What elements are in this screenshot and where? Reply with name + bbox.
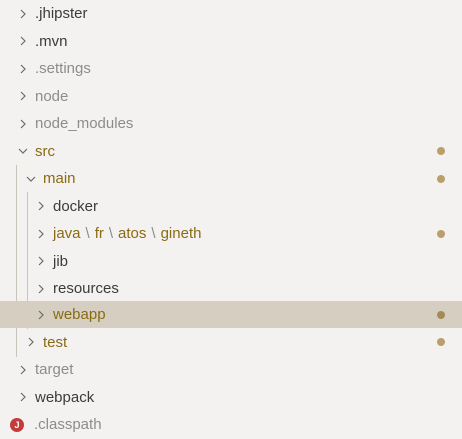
modified-indicator [437,147,445,156]
tree-item-label: resources [53,280,119,298]
chevron-right-icon [15,116,31,132]
tree-item-label: main [43,170,76,188]
chevron-right-icon [15,88,31,104]
tree-item-java[interactable]: java \ fr \ atos \ gineth [0,220,462,248]
chevron-right-icon [33,307,49,323]
tree-item-src[interactable]: src [0,138,462,166]
chevron-right-icon [33,281,49,297]
chevron-right-icon [15,362,31,378]
tree-item-main[interactable]: main [0,165,462,193]
path-segment[interactable]: fr [95,225,104,242]
chevron-right-icon [33,226,49,242]
tree-item-label: java \ fr \ atos \ gineth [53,225,201,242]
path-segment[interactable]: java [53,225,81,242]
chevron-right-icon [33,253,49,269]
tree-item-docker[interactable]: docker [0,193,462,221]
chevron-right-icon [33,198,49,214]
tree-item-classpath[interactable]: J .classpath [0,411,462,439]
explorer-tree: .jhipster .mvn .settings node node_modul… [0,0,462,438]
tree-item-target[interactable]: target [0,356,462,384]
modified-indicator [437,229,445,238]
tree-item-label: .jhipster [35,5,88,23]
chevron-right-icon [15,389,31,405]
chevron-right-icon [23,334,39,350]
modified-indicator [437,174,445,183]
chevron-down-icon [23,171,39,187]
modified-indicator [437,338,445,347]
path-segment[interactable]: atos [118,225,146,242]
chevron-right-icon [15,33,31,49]
java-file-icon: J [10,417,24,432]
tree-item-label: .settings [35,60,91,78]
tree-item-label: jib [53,252,69,270]
tree-item-jhipster[interactable]: .jhipster [0,0,462,28]
tree-item-mvn[interactable]: .mvn [0,28,462,56]
tree-item-label: webpack [35,388,95,406]
tree-item-webapp[interactable]: webapp [0,301,462,328]
tree-item-webpack[interactable]: webpack [0,384,462,412]
tree-item-label: node [35,87,69,105]
path-separator: \ [85,225,90,243]
tree-item-label: webapp [53,306,106,323]
tree-item-label: target [35,361,74,379]
tree-item-jib[interactable]: jib [0,248,462,276]
tree-item-label: docker [53,197,99,215]
modified-indicator [437,310,445,319]
path-separator: \ [151,225,156,243]
path-separator: \ [108,225,114,243]
tree-item-node[interactable]: node [0,83,462,111]
tree-item-label: .classpath [34,416,102,434]
tree-item-test[interactable]: test [0,329,462,357]
tree-item-resources[interactable]: resources [0,275,462,303]
path-segment[interactable]: gineth [161,225,202,242]
chevron-down-icon [15,143,31,159]
tree-item-label: src [35,142,55,160]
tree-item-node-modules[interactable]: node_modules [0,110,462,138]
tree-item-label: node_modules [35,115,134,133]
tree-item-settings[interactable]: .settings [0,55,462,83]
tree-item-label: test [43,333,68,351]
tree-item-label: .mvn [35,32,68,50]
chevron-right-icon [15,61,31,77]
chevron-right-icon [15,6,31,22]
